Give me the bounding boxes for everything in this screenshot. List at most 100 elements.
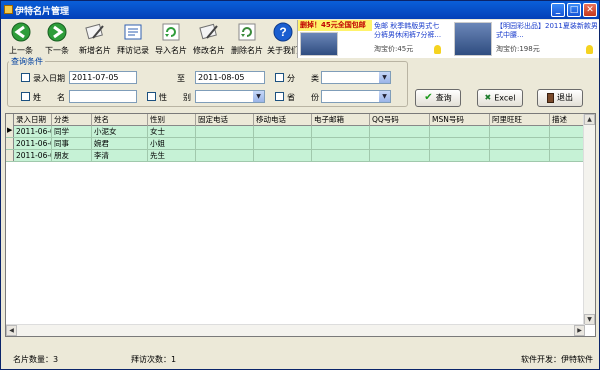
up-button[interactable]: 上一条: [3, 20, 39, 58]
category-select[interactable]: ▼: [321, 71, 391, 84]
scroll-up-icon[interactable]: ▲: [584, 114, 595, 125]
maximize-button[interactable]: □: [567, 3, 581, 17]
name-label: 姓 名: [33, 93, 65, 102]
table-cell[interactable]: [254, 126, 312, 137]
table-cell[interactable]: 同学: [52, 126, 92, 137]
exit-button[interactable]: 退出: [537, 89, 583, 107]
scroll-right-icon[interactable]: ▶: [574, 325, 585, 336]
arrow-right-icon: [47, 22, 67, 42]
arrow-left-icon: [11, 22, 31, 42]
table-cell[interactable]: [312, 138, 370, 149]
province-label: 省 份: [287, 93, 319, 102]
column-header[interactable]: 录入日期: [14, 114, 52, 126]
minimize-button[interactable]: _: [551, 3, 565, 17]
table-cell[interactable]: [254, 150, 312, 161]
table-cell[interactable]: 2011-06-02: [14, 126, 52, 137]
add-card-button[interactable]: 新增名片: [77, 20, 113, 58]
column-header[interactable]: QQ号码: [370, 114, 430, 126]
name-checkbox[interactable]: [21, 92, 30, 101]
chevron-down-icon[interactable]: ▼: [379, 91, 390, 102]
table-cell[interactable]: 女士: [148, 126, 196, 137]
date-to-input[interactable]: 2011-08-05: [195, 71, 265, 84]
visit-record-button[interactable]: 拜访记录: [115, 20, 151, 58]
gender-checkbox[interactable]: [147, 92, 156, 101]
about-button[interactable]: ? 关于我们: [265, 20, 301, 58]
table-cell[interactable]: 婉君: [92, 138, 148, 149]
table-cell[interactable]: [430, 126, 490, 137]
chevron-down-icon[interactable]: ▼: [253, 91, 264, 102]
down-button[interactable]: 下一条: [39, 20, 75, 58]
table-cell[interactable]: [196, 138, 254, 149]
search-button[interactable]: ✔ 查询: [415, 89, 461, 107]
table-cell[interactable]: [490, 150, 550, 161]
column-header[interactable]: 电子邮箱: [312, 114, 370, 126]
recycle-icon: [237, 22, 257, 42]
table-row[interactable]: 2011-06-02朋友李清先生: [6, 150, 590, 162]
app-icon: [4, 5, 13, 14]
table-cell[interactable]: [312, 126, 370, 137]
row-selector[interactable]: [6, 138, 14, 149]
table-cell[interactable]: 小姐: [148, 138, 196, 149]
table-cell[interactable]: [370, 126, 430, 137]
horizontal-scrollbar[interactable]: ◀ ▶: [6, 324, 585, 336]
column-header[interactable]: 姓名: [92, 114, 148, 126]
table-cell[interactable]: [312, 150, 370, 161]
scroll-left-icon[interactable]: ◀: [6, 325, 17, 336]
scroll-down-icon[interactable]: ▼: [584, 314, 595, 325]
column-header[interactable]: 分类: [52, 114, 92, 126]
table-cell[interactable]: [430, 138, 490, 149]
delete-card-button[interactable]: 删除名片: [229, 20, 265, 58]
column-header[interactable]: 性别: [148, 114, 196, 126]
chevron-down-icon[interactable]: ▼: [379, 72, 390, 83]
svg-text:?: ?: [279, 25, 286, 39]
ad-banner: 删掉！45元全国包邮: [298, 20, 372, 31]
status-bar: 名片数量：3 拜访次数：1 软件开发：伊特软件: [1, 349, 599, 369]
table-cell[interactable]: [490, 138, 550, 149]
table-cell[interactable]: [196, 150, 254, 161]
table-cell[interactable]: [254, 138, 312, 149]
excel-button[interactable]: ✖ Excel: [477, 89, 523, 107]
table-cell[interactable]: 同事: [52, 138, 92, 149]
ad-item-2[interactable]: 【明园彩出品】2011夏装新款男式中腰... 淘宝价:198元: [450, 20, 600, 58]
table-cell[interactable]: [490, 126, 550, 137]
name-input[interactable]: [69, 90, 137, 103]
ad-text[interactable]: 【明园彩出品】2011夏装新款男式中腰...: [496, 22, 598, 41]
main-window: 伊特名片管理 _ □ ✕ 上一条 下一条 新增名片 拜访记录 导入名片 修改名片 删除名片?…: [0, 0, 600, 370]
column-header[interactable]: 固定电话: [196, 114, 254, 126]
close-button[interactable]: ✕: [583, 3, 597, 17]
table-row[interactable]: 2011-06-02同事婉君小姐: [6, 138, 590, 150]
toolbar-label: 导入名片: [155, 46, 187, 55]
table-row[interactable]: ▶2011-06-02同学小泥女女士: [6, 126, 590, 138]
category-checkbox[interactable]: [275, 73, 284, 82]
table-cell[interactable]: [196, 126, 254, 137]
province-select[interactable]: ▼: [321, 90, 391, 103]
ad-text[interactable]: 免邮 秋季韩版男式七分裤男休闲裤7分裤...: [374, 22, 446, 41]
column-header[interactable]: 阿里旺旺: [490, 114, 550, 126]
ad-panel: 删掉！45元全国包邮 免邮 秋季韩版男式七分裤男休闲裤7分裤... 淘宝价:45…: [297, 20, 599, 58]
province-checkbox[interactable]: [275, 92, 284, 101]
import-card-button[interactable]: 导入名片: [153, 20, 189, 58]
table-cell[interactable]: 2011-06-02: [14, 138, 52, 149]
date-from-input[interactable]: 2011-07-05: [69, 71, 137, 84]
row-selector[interactable]: ▶: [6, 126, 14, 137]
edit-card-button[interactable]: 修改名片: [191, 20, 227, 58]
date-checkbox[interactable]: [21, 73, 30, 82]
table-cell[interactable]: [370, 138, 430, 149]
notebook-icon: [123, 22, 143, 42]
table-cell[interactable]: 小泥女: [92, 126, 148, 137]
row-selector[interactable]: [6, 150, 14, 161]
table-cell[interactable]: 2011-06-02: [14, 150, 52, 161]
ad-item-1[interactable]: 删掉！45元全国包邮 免邮 秋季韩版男式七分裤男休闲裤7分裤... 淘宝价:45…: [298, 20, 448, 58]
column-header[interactable]: 移动电话: [254, 114, 312, 126]
help-icon: ?: [273, 22, 293, 42]
toolbar: 上一条 下一条 新增名片 拜访记录 导入名片 修改名片 删除名片? 关于我们: [3, 20, 299, 58]
table-cell[interactable]: 李清: [92, 150, 148, 161]
title-bar[interactable]: 伊特名片管理 _ □ ✕: [1, 1, 599, 19]
vertical-scrollbar[interactable]: ▲ ▼: [583, 114, 595, 325]
table-cell[interactable]: 先生: [148, 150, 196, 161]
column-header[interactable]: MSN号码: [430, 114, 490, 126]
table-cell[interactable]: [430, 150, 490, 161]
table-cell[interactable]: 朋友: [52, 150, 92, 161]
gender-select[interactable]: ▼: [195, 90, 265, 103]
table-cell[interactable]: [370, 150, 430, 161]
